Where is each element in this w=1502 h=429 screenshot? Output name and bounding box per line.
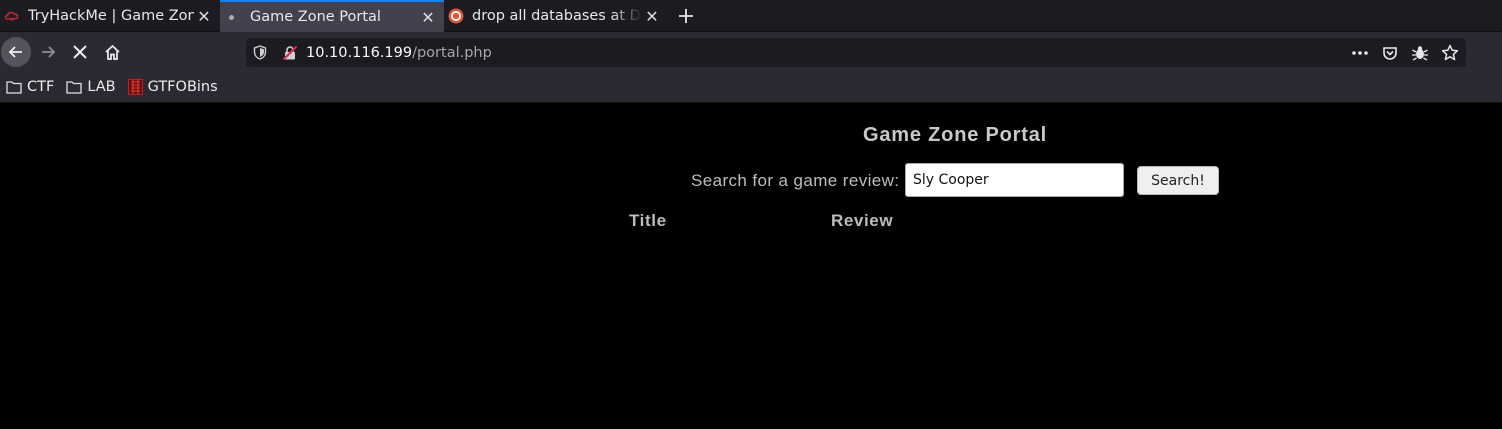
tab-tryhackme[interactable]: TryHackMe | Game Zone ✕: [0, 0, 220, 32]
url-path: /portal.php: [412, 44, 492, 61]
search-button[interactable]: Search!: [1137, 166, 1219, 195]
bookmark-label: CTF: [27, 79, 55, 95]
shield-icon[interactable]: [250, 43, 270, 63]
arrow-right-icon: [42, 46, 56, 58]
bookmark-star-icon[interactable]: [1440, 43, 1460, 63]
search-input[interactable]: [905, 163, 1124, 197]
close-tab-icon[interactable]: ✕: [194, 6, 214, 26]
plus-icon: [679, 9, 693, 23]
tab-title: TryHackMe | Game Zone: [28, 8, 194, 24]
tab-title: Game Zone Portal: [250, 9, 381, 25]
insecure-lock-icon[interactable]: [280, 43, 300, 63]
bookmark-gtfobins[interactable]: GTFOBins: [127, 79, 218, 95]
tab-duckduckgo[interactable]: drop all databases at DuckDuckGo ✕: [444, 0, 668, 32]
page-title: Game Zone Portal: [863, 124, 1047, 146]
url-text[interactable]: 10.10.116.199/portal.php: [306, 45, 492, 61]
home-icon: [104, 44, 120, 60]
tab-title: drop all databases at DuckDuckGo: [472, 8, 642, 24]
tab-game-zone-portal[interactable]: Game Zone Portal ✕: [220, 0, 444, 32]
back-button[interactable]: [1, 37, 31, 67]
tryhackme-icon: [4, 8, 20, 24]
more-actions-icon[interactable]: [1350, 43, 1370, 63]
close-icon: [73, 45, 87, 59]
column-header-title: Title: [629, 211, 667, 230]
arrow-left-icon: [8, 46, 22, 58]
column-header-review: Review: [831, 211, 894, 230]
bookmark-ctf[interactable]: CTF: [6, 79, 54, 95]
tab-strip: TryHackMe | Game Zone ✕ Game Zone Portal…: [0, 0, 1502, 32]
home-button[interactable]: [97, 37, 127, 67]
bookmarks-toolbar: CTF LAB GTFOBins: [0, 72, 1502, 103]
new-tab-button[interactable]: [672, 2, 700, 30]
folder-icon: [66, 80, 82, 94]
url-host: 10.10.116.199: [306, 44, 413, 61]
url-actions: [1350, 38, 1460, 67]
bookmark-label: GTFOBins: [147, 79, 218, 95]
close-tab-icon[interactable]: ✕: [642, 6, 662, 26]
navigation-toolbar: 10.10.116.199/portal.php: [0, 32, 1502, 72]
close-tab-icon[interactable]: ✕: [418, 7, 438, 27]
bookmark-label: LAB: [87, 79, 116, 95]
stop-loading-button[interactable]: [65, 37, 95, 67]
folder-icon: [6, 80, 22, 94]
duckduckgo-icon: [448, 8, 464, 24]
pocket-icon[interactable]: [1380, 43, 1400, 63]
bookmark-lab[interactable]: LAB: [66, 79, 116, 95]
search-label: Search for a game review:: [691, 171, 900, 190]
loading-dot-icon: [229, 14, 234, 20]
page-content: Game Zone Portal Search for a game revie…: [0, 104, 1502, 429]
url-bar[interactable]: 10.10.116.199/portal.php: [246, 38, 1466, 67]
gtfobins-icon: [127, 79, 143, 95]
extension-bug-icon[interactable]: [1410, 43, 1430, 63]
forward-button[interactable]: [33, 37, 63, 67]
